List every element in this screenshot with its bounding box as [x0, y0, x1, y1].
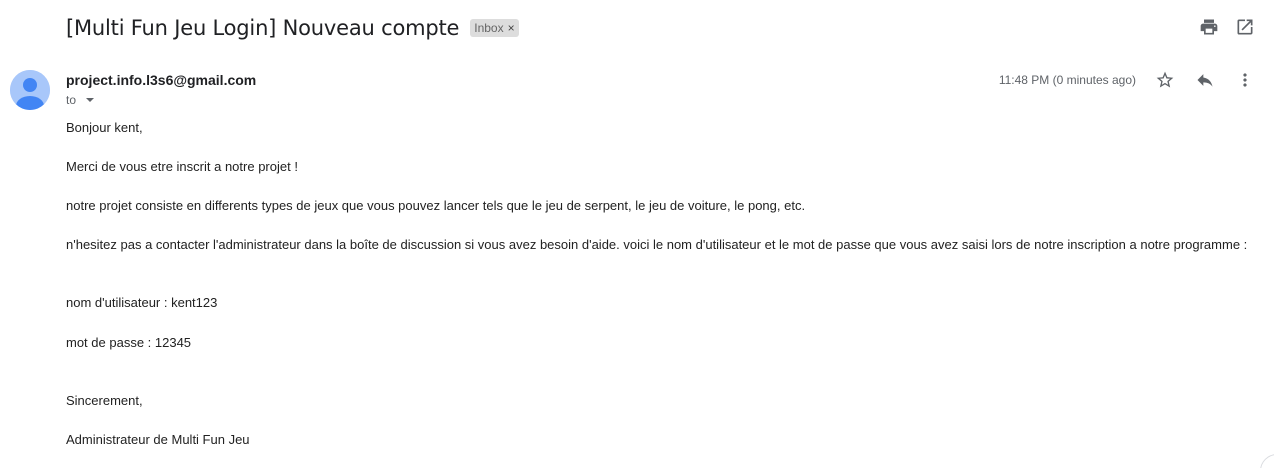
sender-avatar[interactable] — [10, 70, 50, 110]
signature-text: Administrateur de Multi Fun Jeu — [66, 432, 250, 447]
more-options-button[interactable] — [1234, 69, 1256, 91]
to-label: to — [66, 93, 77, 107]
message-actions — [1154, 69, 1256, 91]
side-panel-toggle[interactable] — [1260, 454, 1274, 468]
star-button[interactable] — [1154, 69, 1176, 91]
description-text: notre projet consiste en differents type… — [66, 198, 806, 213]
sender-email[interactable]: project.info.l3s6@gmail.com — [66, 72, 256, 88]
more-vert-icon — [1243, 73, 1247, 87]
print-button[interactable] — [1198, 16, 1220, 38]
inbox-label-chip[interactable]: Inbox × — [470, 19, 519, 37]
subject-row: [Multi Fun Jeu Login] Nouveau compte Inb… — [66, 12, 519, 44]
open-in-new-icon — [1237, 19, 1253, 35]
chevron-down-icon[interactable] — [86, 98, 95, 102]
reply-button[interactable] — [1194, 69, 1216, 91]
email-subject: [Multi Fun Jeu Login] Nouveau compte — [66, 16, 460, 40]
username-text: nom d'utilisateur : kent123 — [66, 295, 218, 310]
remove-label-icon[interactable]: × — [508, 21, 515, 35]
thread-actions — [1198, 16, 1256, 38]
open-in-new-window-button[interactable] — [1234, 16, 1256, 38]
timestamp: 11:48 PM (0 minutes ago) — [998, 73, 1136, 87]
recipients-row[interactable]: to — [66, 93, 95, 107]
reply-icon — [1197, 74, 1213, 87]
password-text: mot de passe : 12345 — [66, 335, 192, 350]
person-avatar-icon — [10, 70, 50, 110]
thanks-text: Merci de vous etre inscrit a notre proje… — [66, 159, 298, 174]
greeting-text: Bonjour kent, — [66, 120, 143, 135]
inbox-label-text: Inbox — [474, 21, 504, 35]
print-icon — [1200, 19, 1218, 35]
help-text: n'hesitez pas a contacter l'administrate… — [66, 237, 1248, 252]
closing-text: Sincerement, — [66, 393, 143, 408]
email-view: [Multi Fun Jeu Login] Nouveau compte Inb… — [0, 0, 1274, 468]
star-icon — [1156, 71, 1174, 88]
